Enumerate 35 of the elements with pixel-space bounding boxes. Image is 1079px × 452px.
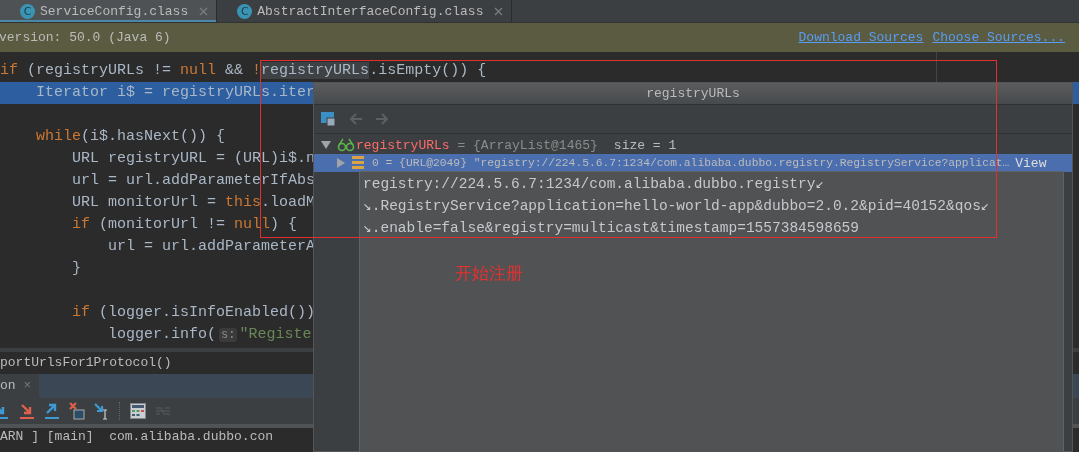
glasses-icon (337, 138, 355, 152)
source-link[interactable]: Download Sources (798, 30, 924, 45)
code-line: logger.info( s: "Registe (108, 325, 312, 345)
code-line: url = url.addParameterA (108, 237, 316, 257)
cursor-arrow-icon[interactable] (94, 402, 110, 420)
editor-tab[interactable]: C ServiceConfig.class (0, 0, 218, 22)
source-link[interactable]: Choose Sources... (932, 30, 1065, 45)
collapse-triangle-icon[interactable] (321, 140, 331, 150)
code-line: } (72, 259, 81, 279)
breadcrumb[interactable]: portUrlsFor1Protocol() (0, 355, 172, 370)
view-link[interactable]: View (1015, 155, 1047, 171)
tree-row[interactable]: registryURLs = {ArrayList@1465} size = 1 (314, 136, 1072, 154)
code-line: if (registryURLs != null && !registryURLs.isEmpty()) { (0, 61, 487, 81)
code-line: if (logger.isInfoEnabled()) (72, 303, 316, 323)
expand-triangle-icon[interactable] (336, 158, 346, 168)
editor-tab[interactable]: C AbstractInterfaceConfig.class (217, 0, 513, 22)
popup-title: registryURLs (646, 86, 740, 101)
annotation-text: 开始注册 (455, 262, 523, 285)
debug-tab[interactable]: on × (0, 374, 40, 398)
down-arrow-icon[interactable] (19, 402, 35, 420)
up-arrow-icon[interactable] (44, 402, 60, 420)
value-line: ↘.enable=false&registry=multicast&timestamp=1557384598659 (362, 219, 860, 238)
console-line: ARN ] [main] com.alibaba.dubbo.con (0, 429, 274, 444)
close-icon[interactable] (494, 6, 504, 16)
value-line: ↘.RegistryService?application=hello-world-app&dubbo=2.0.2&pid=40152&qos↙ (362, 197, 991, 216)
banner-text: version: 50.0 (Java 6) (0, 30, 171, 45)
value-line: registry://224.5.6.7:1234/com.alibaba.dubbo.registry↙ (362, 175, 826, 194)
cross-window-icon[interactable] (69, 402, 85, 420)
list-icon (352, 156, 364, 170)
class-icon: C (237, 3, 253, 19)
frames-icon[interactable] (321, 111, 337, 127)
calculator-icon[interactable] (130, 403, 146, 419)
code-line: while(i$.hasNext()) { (36, 127, 226, 147)
close-icon[interactable] (199, 6, 209, 16)
class-icon: C (20, 3, 35, 19)
